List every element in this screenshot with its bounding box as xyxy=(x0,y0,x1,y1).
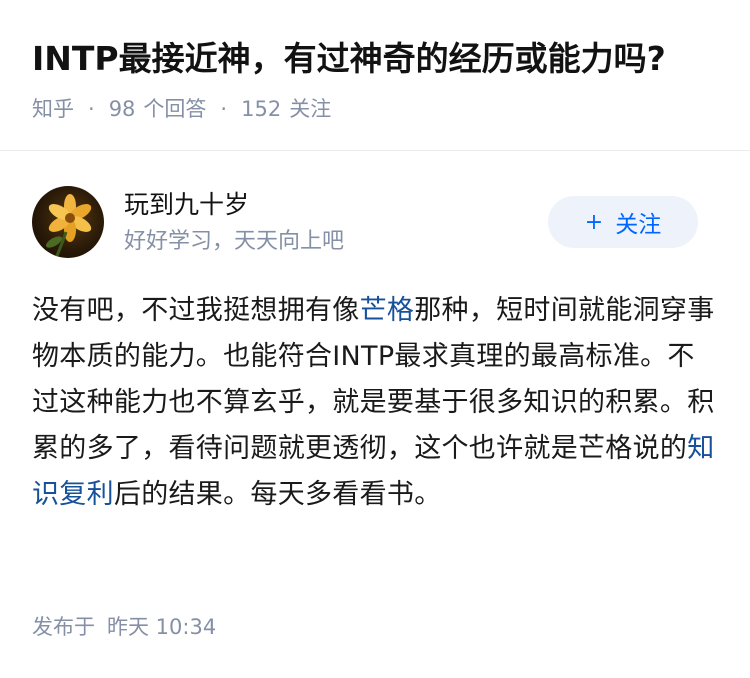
answers-label: 个回答 xyxy=(143,97,207,121)
answer-link-munger[interactable]: 芒格 xyxy=(360,295,415,326)
question-title[interactable]: INTP最接近神，有过神奇的经历或能力吗? xyxy=(32,36,722,82)
follow-button-label: 关注 xyxy=(615,212,662,238)
publish-time[interactable]: 发布于 昨天 10:34 xyxy=(32,612,216,642)
follows-label: 关注 xyxy=(289,97,332,121)
answer-text: 没有吧，不过我挺想拥有像 xyxy=(32,295,360,326)
follows-count: 152 xyxy=(241,97,282,121)
publish-timestamp: 昨天 10:34 xyxy=(107,615,217,639)
plus-icon: + xyxy=(584,209,604,235)
answer-page: INTP最接近神，有过神奇的经历或能力吗? 知乎 · 98 个回答 · 152 … xyxy=(0,0,750,678)
avatar[interactable] xyxy=(32,186,104,258)
answers-count: 98 xyxy=(108,97,136,121)
separator-dot: · xyxy=(88,97,95,121)
author-name[interactable]: 玩到九十岁 xyxy=(124,188,249,222)
section-divider xyxy=(0,150,750,151)
follow-button[interactable]: + 关注 xyxy=(548,196,698,248)
answer-content: 没有吧，不过我挺想拥有像芒格那种，短时间就能洞穿事物本质的能力。也能符合INTP… xyxy=(32,288,722,518)
publish-label: 发布于 xyxy=(32,615,95,639)
source-label[interactable]: 知乎 xyxy=(32,94,74,124)
author-bio: 好好学习，天天向上吧 xyxy=(124,229,345,254)
question-meta: 知乎 · 98 个回答 · 152 关注 xyxy=(32,94,331,124)
flower-avatar-image xyxy=(45,194,92,258)
separator-dot: · xyxy=(220,97,228,121)
answer-text: 后的结果。每天多看看书。 xyxy=(113,479,442,510)
